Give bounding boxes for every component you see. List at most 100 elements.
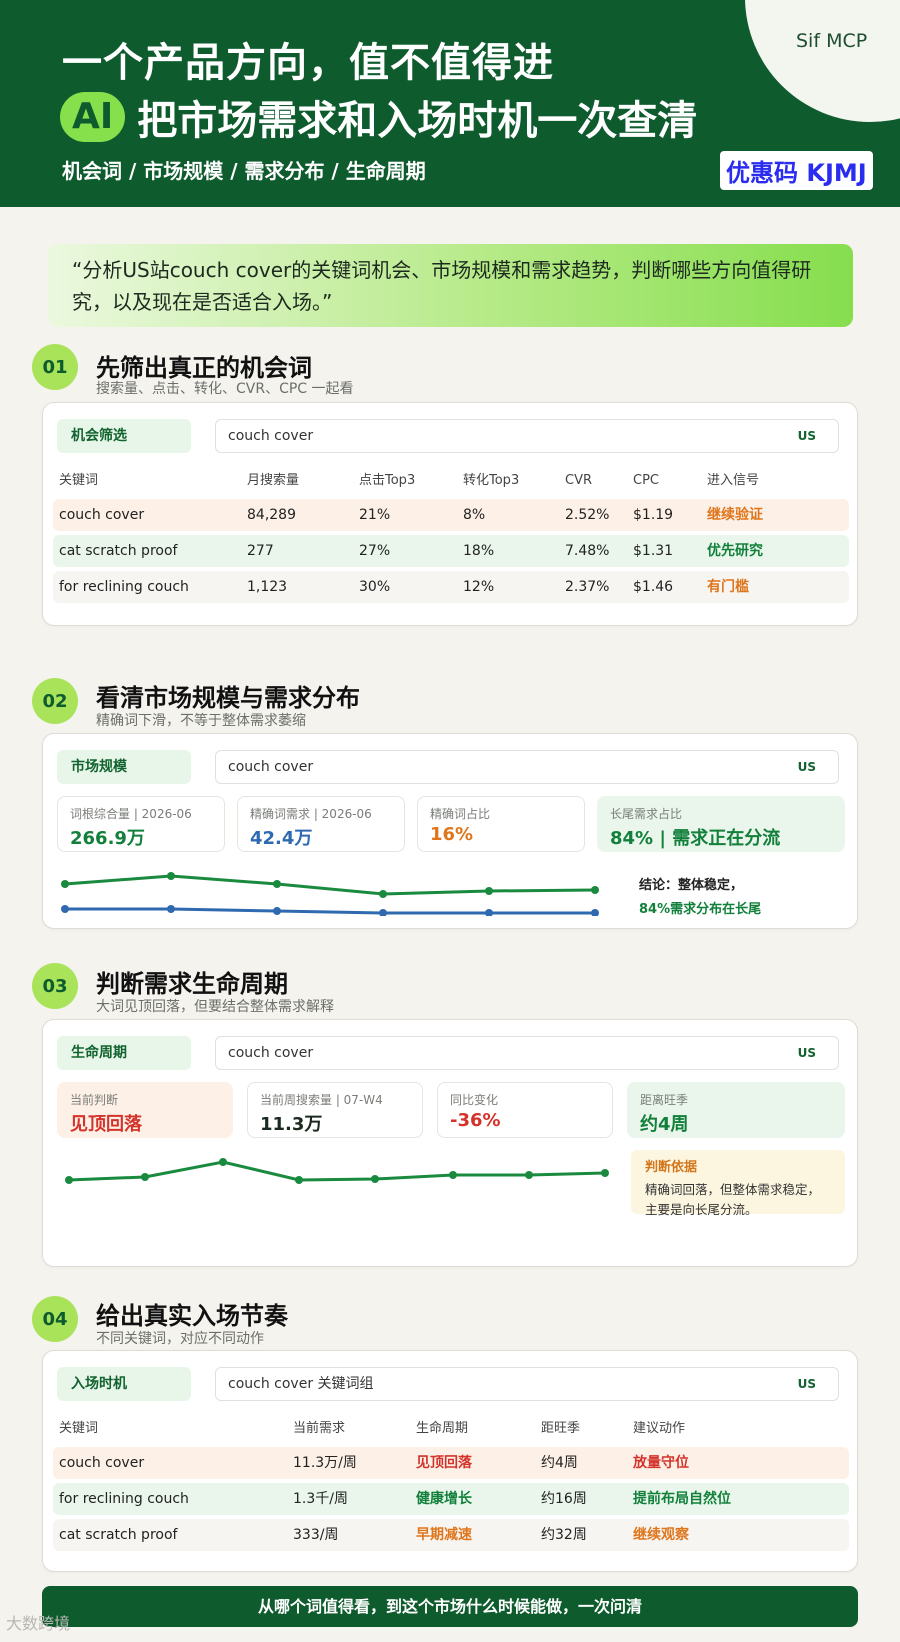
- col-header: 生命周期: [416, 1421, 469, 1436]
- footer-banner: 从哪个词值得看，到这个市场什么时候能做，一次问清: [42, 1586, 858, 1627]
- cell-keyword: for reclining couch: [59, 1491, 189, 1507]
- market-trend-chart: [61, 872, 599, 916]
- table-row[interactable]: couch cover 84,289 21% 8% 2.52% $1.19 继续…: [53, 499, 849, 531]
- col-header: CVR: [565, 473, 593, 488]
- keyword-search-input[interactable]: couch cover 关键词组 US: [215, 1367, 839, 1401]
- cell-signal: 有门槛: [707, 579, 749, 595]
- cell-action: 放量守位: [633, 1455, 689, 1471]
- step-number-01: 01: [32, 344, 78, 390]
- cell-keyword: couch cover: [59, 1455, 145, 1471]
- metric-value: 11.3万: [260, 1114, 323, 1135]
- entry-timing-tab[interactable]: 入场时机: [57, 1367, 191, 1401]
- cell-conv: 12%: [463, 579, 495, 595]
- metric-exact-demand: 精确词需求 | 2026-06 42.4万: [237, 796, 405, 852]
- search-value: couch cover: [228, 1045, 314, 1061]
- metric-longtail-share: 长尾需求占比 84% | 需求正在分流: [597, 796, 845, 852]
- col-header: 进入信号: [707, 473, 760, 488]
- lifecycle-point: [525, 1171, 533, 1179]
- cell-volume: 277: [247, 543, 274, 559]
- lifecycle-trend-chart: [65, 1158, 609, 1184]
- table-row[interactable]: couch cover 11.3万/周 见顶回落 约4周 放量守位: [53, 1447, 849, 1479]
- metric-label: 当前判断: [70, 1093, 119, 1107]
- table-header: 关键词 当前需求 生命周期 距旺季 建议动作: [53, 1415, 849, 1443]
- col-header: 当前需求: [293, 1421, 346, 1436]
- metric-value: 16%: [430, 824, 474, 845]
- opportunity-card: 机会筛选 couch cover US 关键词 月搜索量 点击Top3 转化To…: [42, 402, 858, 626]
- search-value: couch cover: [228, 428, 314, 444]
- step2-subtitle: 精确词下滑，不等于整体需求萎缩: [96, 713, 306, 729]
- page-title-line1: 一个产品方向，值不值得进: [62, 40, 554, 86]
- trend-point-green: [167, 872, 175, 880]
- step3-title: 判断需求生命周期: [96, 970, 288, 998]
- cell-cpc: $1.19: [633, 507, 674, 523]
- step1-subtitle: 搜索量、点击、转化、CVR、CPC 一起看: [96, 381, 354, 397]
- trend-point-green: [485, 887, 493, 895]
- prompt-quote: “分析US站couch cover的关键词机会、市场规模和需求趋势，判断哪些方向…: [48, 244, 853, 327]
- cell-action: 提前布局自然位: [633, 1491, 731, 1507]
- lifecycle-tab[interactable]: 生命周期: [57, 1036, 191, 1070]
- cell-keyword: for reclining couch: [59, 579, 189, 595]
- cell-season: 约4周: [541, 1455, 578, 1471]
- promo-code: 优惠码 KJMJ: [720, 151, 873, 190]
- cell-demand: 333/周: [293, 1527, 339, 1543]
- cell-season: 约16周: [541, 1491, 587, 1507]
- market-size-card: 市场规模 couch cover US 词根综合量 | 2026-06 266.…: [42, 733, 858, 929]
- market-size-tab[interactable]: 市场规模: [57, 750, 191, 784]
- keyword-search-input[interactable]: couch cover US: [215, 1036, 839, 1070]
- basis-title: 判断依据: [645, 1160, 698, 1175]
- trend-point-green: [61, 880, 69, 888]
- trend-point-blue: [485, 909, 493, 916]
- lifecycle-point: [65, 1176, 73, 1184]
- cell-volume: 1,123: [247, 579, 288, 595]
- trend-point-blue: [273, 907, 281, 915]
- table-row[interactable]: cat scratch proof 277 27% 18% 7.48% $1.3…: [53, 535, 849, 567]
- keyword-search-input[interactable]: couch cover US: [215, 750, 839, 784]
- cell-keyword: cat scratch proof: [59, 1527, 178, 1543]
- cell-cvr: 7.48%: [565, 543, 610, 559]
- trend-point-blue: [591, 909, 599, 916]
- entry-timing-card: 入场时机 couch cover 关键词组 US 关键词 当前需求 生命周期 距…: [42, 1350, 858, 1572]
- cell-demand: 1.3千/周: [293, 1491, 348, 1507]
- lifecycle-point: [219, 1158, 227, 1166]
- conclusion-line2: 84%需求分布在长尾: [639, 902, 762, 917]
- metric-value: 约4周: [640, 1114, 689, 1135]
- table-row[interactable]: cat scratch proof 333/周 早期减速 约32周 继续观察: [53, 1519, 849, 1551]
- country-selector[interactable]: US: [798, 1368, 816, 1400]
- watermark: 大数跨境: [6, 1614, 71, 1633]
- metric-weekly-volume: 当前周搜索量 | 07-W4 11.3万: [247, 1082, 423, 1138]
- trend-point-blue: [167, 905, 175, 913]
- table-row[interactable]: for reclining couch 1.3千/周 健康增长 约16周 提前布…: [53, 1483, 849, 1515]
- opportunity-filter-tab[interactable]: 机会筛选: [57, 419, 191, 453]
- col-header: 建议动作: [633, 1421, 686, 1436]
- topic-tags: 机会词 / 市场规模 / 需求分布 / 生命周期: [62, 159, 426, 183]
- country-selector[interactable]: US: [798, 420, 816, 452]
- col-header: 关键词: [59, 473, 99, 488]
- keyword-search-input[interactable]: couch cover US: [215, 419, 839, 453]
- cell-cvr: 2.37%: [565, 579, 610, 595]
- country-selector[interactable]: US: [798, 1037, 816, 1069]
- metric-value: 42.4万: [250, 828, 313, 849]
- col-header: 点击Top3: [359, 473, 416, 488]
- country-selector[interactable]: US: [798, 751, 816, 783]
- cell-conv: 18%: [463, 543, 495, 559]
- cell-click: 30%: [359, 579, 391, 595]
- cell-cvr: 2.52%: [565, 507, 610, 523]
- cell-cpc: $1.31: [633, 543, 674, 559]
- cell-keyword: cat scratch proof: [59, 543, 178, 559]
- step-number-03: 03: [32, 963, 78, 1009]
- basis-text: 精确词回落，但整体需求稳定，主要是向长尾分流。: [645, 1182, 821, 1217]
- col-header: 月搜索量: [247, 473, 300, 488]
- ai-badge: AI: [60, 92, 126, 142]
- trend-point-green: [591, 886, 599, 894]
- search-value: couch cover: [228, 759, 314, 775]
- table-row[interactable]: for reclining couch 1,123 30% 12% 2.37% …: [53, 571, 849, 603]
- lifecycle-point: [449, 1171, 457, 1179]
- metric-root-volume: 词根综合量 | 2026-06 266.9万: [57, 796, 225, 852]
- step2-title: 看清市场规模与需求分布: [96, 684, 360, 712]
- trend-point-blue: [61, 905, 69, 913]
- cell-cycle: 健康增长: [416, 1491, 472, 1507]
- trend-point-green: [379, 890, 387, 898]
- metric-value: 84% | 需求正在分流: [610, 828, 781, 849]
- header-banner: Sif MCP 一个产品方向，值不值得进 AI 把市场需求和入场时机一次查清 机…: [0, 0, 900, 207]
- cell-conv: 8%: [463, 507, 486, 523]
